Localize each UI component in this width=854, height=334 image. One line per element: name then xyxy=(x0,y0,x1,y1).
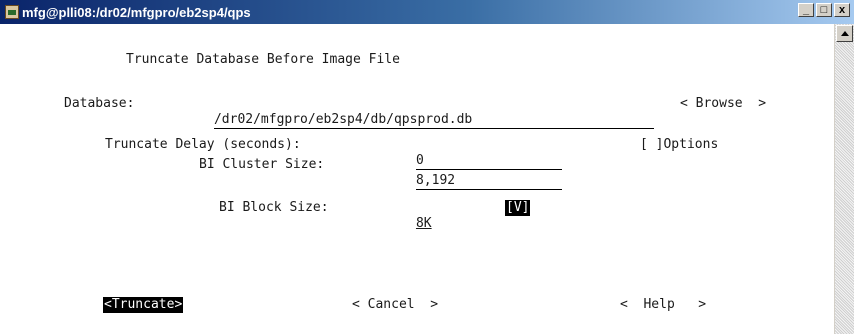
minimize-button[interactable]: _ xyxy=(798,3,814,17)
help-button[interactable]: < Help > xyxy=(620,297,706,313)
truncate-button[interactable]: <Truncate> xyxy=(103,297,184,313)
close-button[interactable]: x xyxy=(834,3,850,17)
database-label: Database: xyxy=(64,96,135,111)
page-title: Truncate Database Before Image File xyxy=(126,52,400,67)
database-value: /dr02/mfgpro/eb2sp4/db/qpsprod.db xyxy=(213,112,654,129)
bi-cluster-size-field[interactable]: 8,192 xyxy=(369,157,562,206)
window-title: mfg@plli08:/dr02/mfgpro/eb2sp4/qps xyxy=(22,4,251,20)
bi-block-size-value: 8K xyxy=(415,216,432,231)
title-bar[interactable]: mfg@plli08:/dr02/mfgpro/eb2sp4/qps _ □ x xyxy=(0,0,854,24)
terminal-window: mfg@plli08:/dr02/mfgpro/eb2sp4/qps _ □ x… xyxy=(0,0,854,334)
bi-cluster-size-label: BI Cluster Size: xyxy=(199,157,325,172)
maximize-button[interactable]: □ xyxy=(816,3,832,17)
window-controls: _ □ x xyxy=(798,3,850,17)
terminal-app-icon xyxy=(5,5,19,19)
options-checkbox[interactable]: [ ]Options xyxy=(640,137,718,153)
vertical-scrollbar[interactable] xyxy=(834,24,854,334)
bi-block-size-field[interactable]: 8K xyxy=(369,200,432,248)
browse-button[interactable]: < Browse > xyxy=(680,96,766,112)
bi-block-size-dropdown[interactable]: [V] xyxy=(505,200,531,216)
scroll-up-arrow-icon[interactable] xyxy=(836,25,853,42)
bi-block-size-label: BI Block Size: xyxy=(219,200,329,215)
cancel-button[interactable]: < Cancel > xyxy=(352,297,438,313)
bi-cluster-size-value: 8,192 xyxy=(415,173,562,190)
truncate-delay-label: Truncate Delay (seconds): xyxy=(105,137,301,152)
terminal-screen: Truncate Database Before Image File Data… xyxy=(0,24,834,334)
